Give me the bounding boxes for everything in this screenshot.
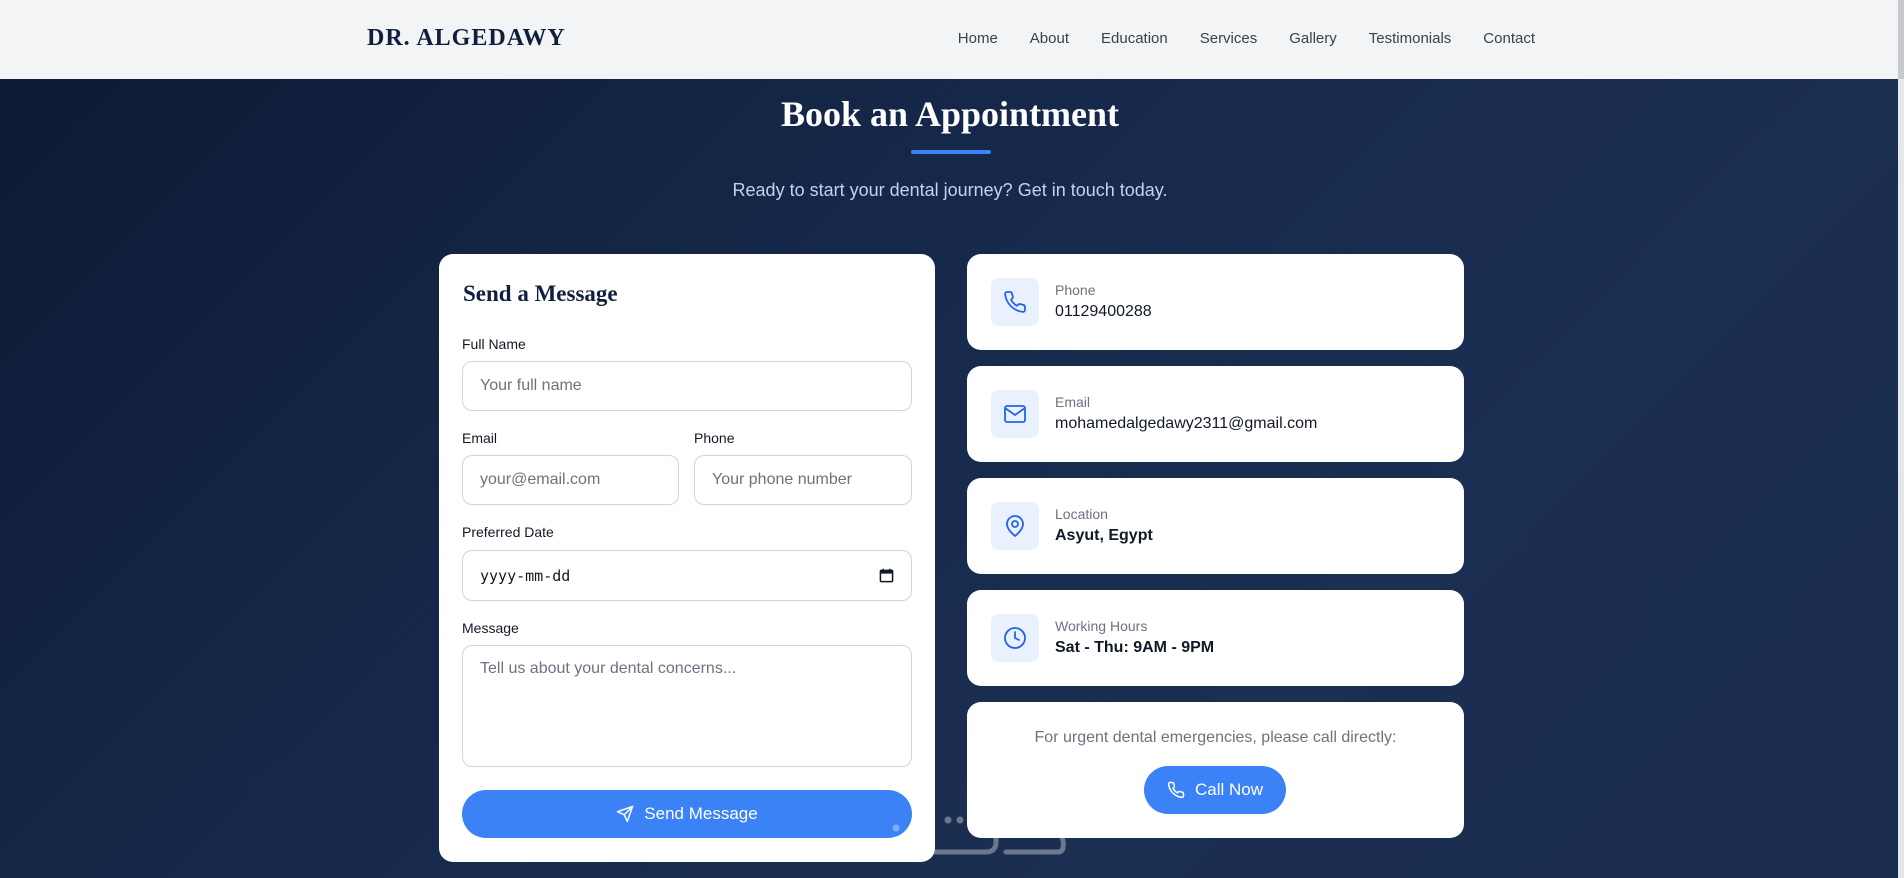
nav-link-services[interactable]: Services — [1200, 30, 1258, 47]
info-card-phone: Phone 01129400288 — [967, 254, 1464, 350]
nav-link-home[interactable]: Home — [958, 30, 998, 47]
section-title: Book an Appointment — [780, 94, 1120, 134]
watermark-logo — [841, 810, 1066, 857]
send-message-label: Send Message — [644, 804, 758, 823]
mail-icon — [1004, 405, 1026, 423]
nav-link-contact[interactable]: Contact — [1483, 30, 1535, 47]
section-subtitle: Ready to start your dental journey? Get … — [732, 180, 1168, 200]
scrollbar-thumb[interactable] — [1898, 0, 1904, 79]
navbar: DR. ALGEDAWY Home About Education Servic… — [0, 0, 1904, 79]
info-value-hours: Sat - Thu: 9AM - 9PM — [1055, 639, 1215, 656]
info-card-email: Email mohamedalgedawy2311@gmail.com — [967, 366, 1464, 462]
message-label: Message — [462, 620, 519, 636]
message-textarea[interactable]: Tell us about your dental concerns... — [462, 645, 912, 767]
calendar-icon[interactable] — [879, 568, 894, 583]
nav-link-education[interactable]: Education — [1101, 30, 1168, 47]
mail-icon-box — [991, 390, 1039, 438]
nav-link-about[interactable]: About — [1030, 30, 1069, 47]
form-title: Send a Message — [463, 281, 618, 306]
info-label-hours: Working Hours — [1055, 618, 1148, 634]
date-placeholder: yyyy-mm-dd — [480, 566, 571, 585]
site-logo[interactable]: DR. ALGEDAWY — [367, 25, 566, 52]
info-label-email: Email — [1055, 394, 1091, 410]
title-underline — [911, 150, 991, 154]
full-name-input[interactable]: Your full name — [462, 361, 912, 411]
phone-input[interactable]: Your phone number — [694, 455, 912, 505]
info-label-phone: Phone — [1055, 282, 1096, 298]
map-pin-icon-box — [991, 502, 1039, 550]
send-icon — [617, 805, 634, 823]
preferred-date-label: Preferred Date — [462, 524, 554, 540]
info-value-phone: 01129400288 — [1055, 303, 1152, 320]
clock-icon-box — [991, 614, 1039, 662]
info-value-location: Asyut, Egypt — [1055, 527, 1153, 544]
phone-icon — [1167, 781, 1185, 799]
info-card-location: Location Asyut, Egypt — [967, 478, 1464, 574]
phone-icon-box — [991, 278, 1039, 326]
call-now-label: Call Now — [1194, 780, 1264, 799]
message-form-card: Send a Message Full Name Your full name … — [439, 254, 935, 862]
nav-link-testimonials[interactable]: Testimonials — [1369, 30, 1452, 47]
nav-link-gallery[interactable]: Gallery — [1289, 30, 1337, 47]
info-card-hours: Working Hours Sat - Thu: 9AM - 9PM — [967, 590, 1464, 686]
nav-links: Home About Education Services Gallery Te… — [958, 30, 1535, 47]
email-label: Email — [462, 430, 498, 446]
info-value-email: mohamedalgedawy2311@gmail.com — [1055, 415, 1318, 432]
map-pin-icon — [1006, 515, 1024, 537]
phone-label: Phone — [694, 430, 735, 446]
full-name-label: Full Name — [462, 336, 526, 352]
info-label-location: Location — [1055, 506, 1108, 522]
phone-icon — [1004, 291, 1026, 313]
call-now-button[interactable]: Call Now — [1144, 766, 1286, 814]
clock-icon — [1004, 627, 1026, 649]
email-input[interactable]: your@email.com — [462, 455, 679, 505]
urgent-text: For urgent dental emergencies, please ca… — [1034, 729, 1397, 746]
preferred-date-input[interactable]: yyyy-mm-dd — [462, 550, 912, 601]
